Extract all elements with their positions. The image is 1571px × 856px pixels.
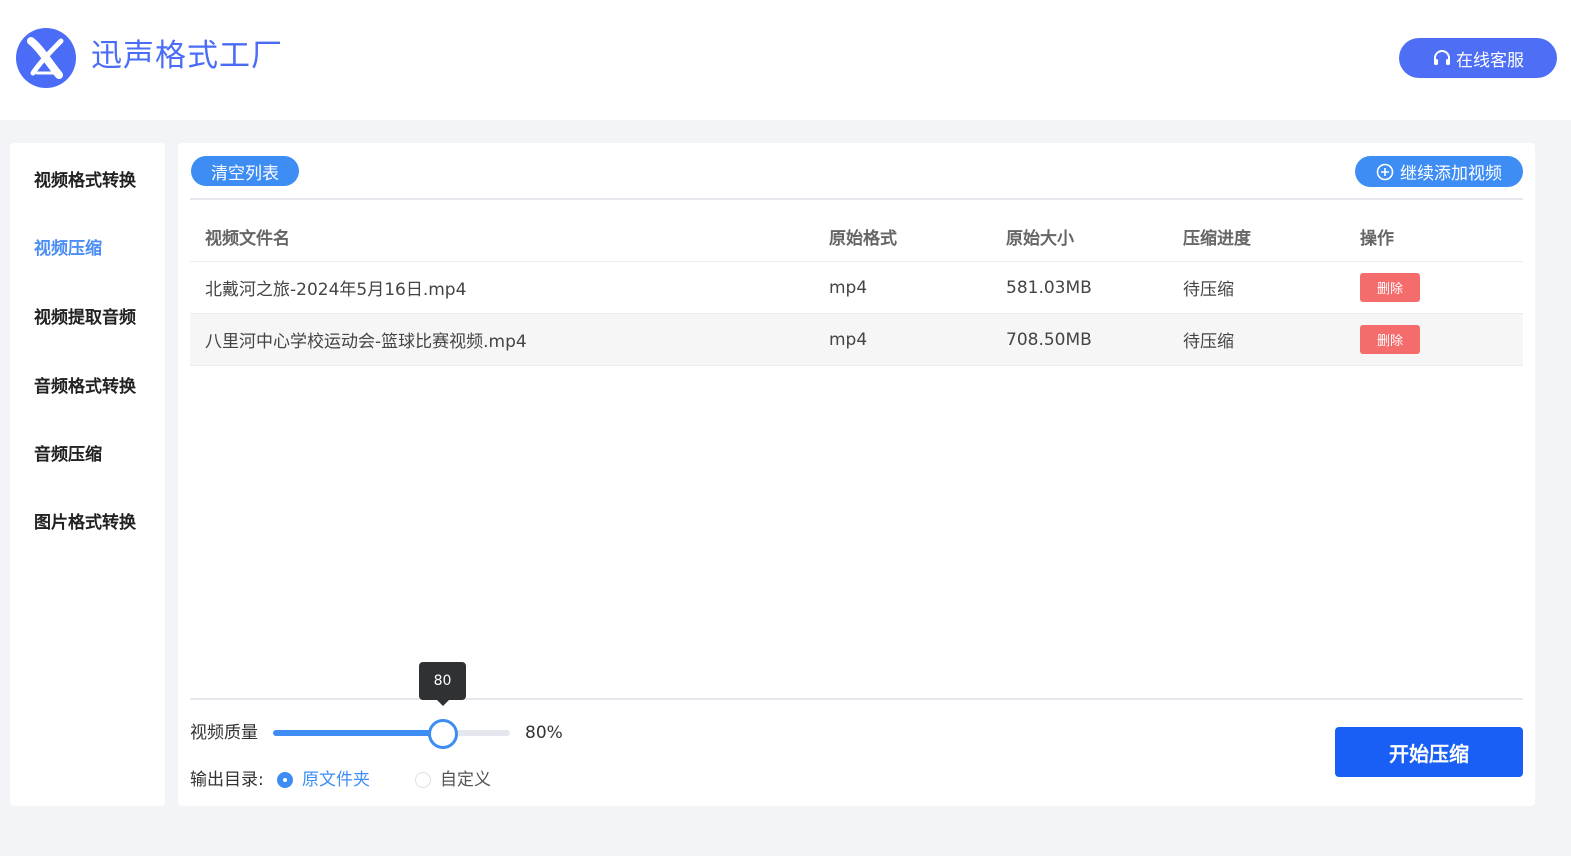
start-compress-button[interactable]: 开始压缩	[1335, 727, 1523, 777]
add-video-button[interactable]: 继续添加视频	[1355, 156, 1523, 187]
action-cell: 删除	[1360, 314, 1420, 365]
plus-circle-icon	[1376, 163, 1394, 180]
delete-button[interactable]: 删除	[1360, 325, 1420, 354]
col-header-progress: 压缩进度	[1183, 229, 1251, 249]
support-label: 在线客服	[1456, 50, 1524, 71]
main-panel: 清空列表 继续添加视频 视频文件名 原始格式 原始大小 压缩进度 操作 北戴河之…	[178, 143, 1535, 806]
compress-progress: 待压缩	[1183, 280, 1234, 300]
file-table: 视频文件名 原始格式 原始大小 压缩进度 操作 北戴河之旅-2024年5月16日…	[190, 212, 1523, 366]
headset-icon	[1434, 50, 1450, 65]
radio-dot	[415, 772, 431, 788]
col-header-format: 原始格式	[829, 229, 897, 249]
online-support-button[interactable]: 在线客服	[1399, 38, 1557, 78]
action-cell: 删除	[1360, 262, 1420, 313]
radio-original-folder[interactable]: 原文件夹	[277, 769, 370, 791]
sidebar-item-audio-compress[interactable]: 音频压缩	[34, 440, 102, 465]
sidebar-item-video-extract-audio[interactable]: 视频提取音频	[34, 303, 136, 328]
output-dir-label: 输出目录:	[190, 770, 264, 790]
slider-tooltip: 80	[419, 662, 466, 706]
file-size: 708.50MB	[1006, 329, 1092, 350]
col-header-action: 操作	[1360, 229, 1394, 249]
app-title: 迅声格式工厂	[91, 38, 283, 74]
file-format: mp4	[829, 329, 868, 350]
delete-button[interactable]: 删除	[1360, 273, 1420, 302]
file-name: 八里河中心学校运动会-篮球比赛视频.mp4	[205, 332, 527, 352]
slider-handle[interactable]	[428, 719, 458, 749]
sidebar-item-image-format-convert[interactable]: 图片格式转换	[34, 508, 136, 533]
file-size: 581.03MB	[1006, 277, 1092, 298]
file-name: 北戴河之旅-2024年5月16日.mp4	[205, 280, 467, 300]
video-quality-label: 视频质量	[190, 723, 258, 743]
divider	[190, 698, 1523, 700]
sidebar-item-audio-format-convert[interactable]: 音频格式转换	[34, 372, 136, 397]
add-video-label: 继续添加视频	[1400, 164, 1502, 184]
slider-fill	[273, 730, 442, 736]
col-header-size: 原始大小	[1006, 229, 1074, 249]
radio-label: 自定义	[440, 770, 491, 790]
app-header: 迅声格式工厂 在线客服	[0, 0, 1571, 120]
sidebar-item-video-compress[interactable]: 视频压缩	[34, 234, 102, 259]
divider	[190, 198, 1523, 200]
radio-custom-folder[interactable]: 自定义	[415, 769, 491, 791]
quality-value: 80%	[525, 723, 563, 743]
clear-list-button[interactable]: 清空列表	[191, 156, 299, 186]
quality-slider[interactable]: 80	[273, 662, 510, 749]
compress-progress: 待压缩	[1183, 332, 1234, 352]
table-row: 八里河中心学校运动会-篮球比赛视频.mp4 mp4 708.50MB 待压缩 删…	[190, 314, 1523, 366]
sidebar-nav: 视频格式转换 视频压缩 视频提取音频 音频格式转换 音频压缩 图片格式转换	[10, 143, 165, 806]
table-row: 北戴河之旅-2024年5月16日.mp4 mp4 581.03MB 待压缩 删除	[190, 262, 1523, 314]
col-header-filename: 视频文件名	[205, 229, 290, 249]
app-logo-icon	[16, 28, 76, 88]
file-format: mp4	[829, 277, 868, 298]
radio-label: 原文件夹	[302, 770, 370, 790]
table-header: 视频文件名 原始格式 原始大小 压缩进度 操作	[190, 212, 1523, 262]
sidebar-item-video-format-convert[interactable]: 视频格式转换	[34, 166, 136, 191]
radio-dot	[277, 772, 293, 788]
